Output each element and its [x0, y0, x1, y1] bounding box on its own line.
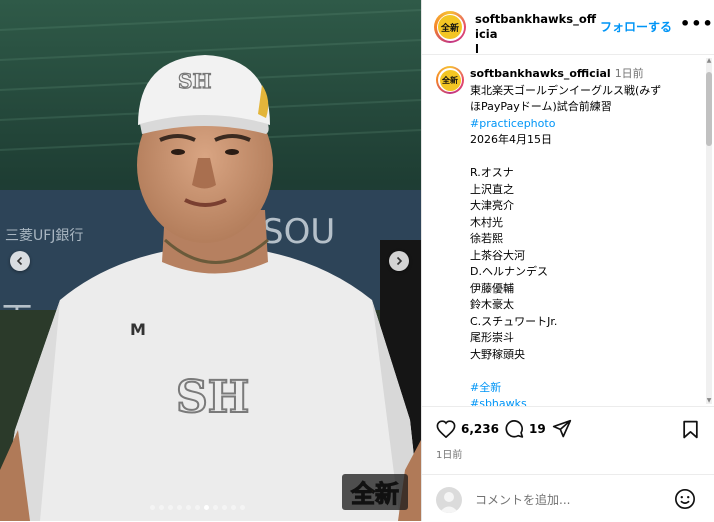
current-user-avatar	[436, 487, 462, 513]
svg-text:三菱UFJ銀行: 三菱UFJ銀行	[5, 228, 83, 244]
like-count[interactable]: 6,236	[461, 422, 499, 436]
share-button[interactable]	[552, 419, 572, 439]
comment-input[interactable]: コメントを追加...	[475, 491, 570, 508]
player-name: 上茶谷大河	[470, 248, 525, 262]
scroll-down-icon[interactable]: ▼	[706, 398, 712, 404]
hashtag-link[interactable]: #practicephoto	[470, 116, 702, 133]
caption-line: ほPayPayドーム)試合前練習	[470, 100, 612, 113]
user-silhouette-icon	[439, 492, 459, 513]
carousel-dot	[204, 505, 209, 510]
carousel-next-button[interactable]	[389, 251, 409, 271]
post-timestamp[interactable]: 1日前	[436, 446, 462, 461]
comment-composer: コメントを追加...	[422, 474, 714, 522]
carousel-dot	[213, 505, 218, 510]
send-icon	[552, 419, 572, 438]
follow-button[interactable]: フォローする	[600, 18, 672, 35]
svg-text:SOU: SOU	[262, 212, 335, 252]
chevron-left-icon	[16, 256, 23, 266]
player-name: 大野稼頭央	[470, 347, 525, 361]
username-link[interactable]: softbankhawks_officia l	[475, 12, 597, 57]
comment-button[interactable]: 19	[504, 419, 546, 439]
emoji-button[interactable]	[674, 488, 696, 514]
smiley-icon	[675, 489, 695, 509]
post-media[interactable]: 三菱UFJ銀行 SOU 工 SH M SH	[0, 0, 421, 521]
player-name: 鈴木豪太	[470, 298, 514, 311]
svg-text:全新: 全新	[350, 480, 399, 508]
comment-count[interactable]: 19	[529, 422, 546, 436]
avatar-logo: 全新	[438, 15, 462, 39]
chevron-right-icon	[396, 256, 403, 266]
hashtag-link[interactable]: #sbhawks	[470, 396, 702, 406]
zenshin-logo: 全新	[342, 474, 408, 510]
carousel-dot	[231, 505, 236, 510]
carousel-dot	[177, 505, 182, 510]
player-name: D.ヘルナンデス	[470, 265, 548, 278]
profile-avatar[interactable]: 全新	[434, 11, 466, 43]
post-header: 全新 softbankhawks_officia l フォローする •••	[422, 0, 714, 57]
save-button[interactable]	[682, 419, 699, 439]
player-name: 徐若熙	[470, 232, 503, 245]
carousel-dot	[186, 505, 191, 510]
player-name: 木村光	[470, 215, 503, 229]
svg-text:SH: SH	[178, 69, 211, 93]
scrollbar-thumb[interactable]	[706, 72, 712, 146]
player-photo: 三菱UFJ銀行 SOU 工 SH M SH	[0, 0, 421, 521]
carousel-dot	[150, 505, 155, 510]
carousel-dot	[168, 505, 173, 510]
carousel-prev-button[interactable]	[10, 251, 30, 271]
carousel-dot	[195, 505, 200, 510]
carousel-dot	[222, 505, 227, 510]
hashtag-link[interactable]: #全新	[470, 380, 702, 397]
caption-area: 全新 softbankhawks_official 1日前 東北楽天ゴールデンイー…	[422, 54, 706, 406]
username-part-1: softbankhawks_officia	[475, 12, 597, 41]
caption-time: 1日前	[614, 67, 644, 80]
caption-scrollbar[interactable]: ▲ ▼	[706, 58, 712, 404]
heart-icon	[436, 420, 456, 438]
scroll-up-icon[interactable]: ▲	[706, 58, 712, 64]
carousel-indicator	[150, 505, 245, 510]
caption-line: 東北楽天ゴールデンイーグルス戦(みず	[470, 83, 662, 97]
more-options-icon[interactable]: •••	[680, 14, 714, 33]
player-name: 大津亮介	[470, 199, 514, 212]
svg-text:M: M	[130, 320, 146, 339]
player-name: 上沢直之	[470, 182, 514, 196]
caption-username[interactable]: softbankhawks_official	[470, 67, 611, 80]
player-name: 伊藤優輔	[470, 281, 514, 295]
like-button[interactable]: 6,236	[436, 419, 499, 439]
comment-bubble-icon	[505, 420, 524, 438]
player-name: 尾形崇斗	[470, 331, 514, 344]
avatar-logo: 全新	[439, 69, 461, 91]
player-name: R.オスナ	[470, 166, 514, 179]
player-name: C.スチュワートJr.	[470, 314, 558, 328]
carousel-dot	[240, 505, 245, 510]
caption-avatar[interactable]: 全新	[436, 66, 464, 94]
caption-text: softbankhawks_official 1日前 東北楽天ゴールデンイーグルス…	[470, 66, 702, 406]
caption-date: 2026年4月15日	[470, 133, 552, 146]
svg-text:SH: SH	[176, 372, 249, 423]
bookmark-icon	[683, 420, 698, 438]
post-actions: 6,236 19	[422, 406, 714, 445]
carousel-dot	[159, 505, 164, 510]
